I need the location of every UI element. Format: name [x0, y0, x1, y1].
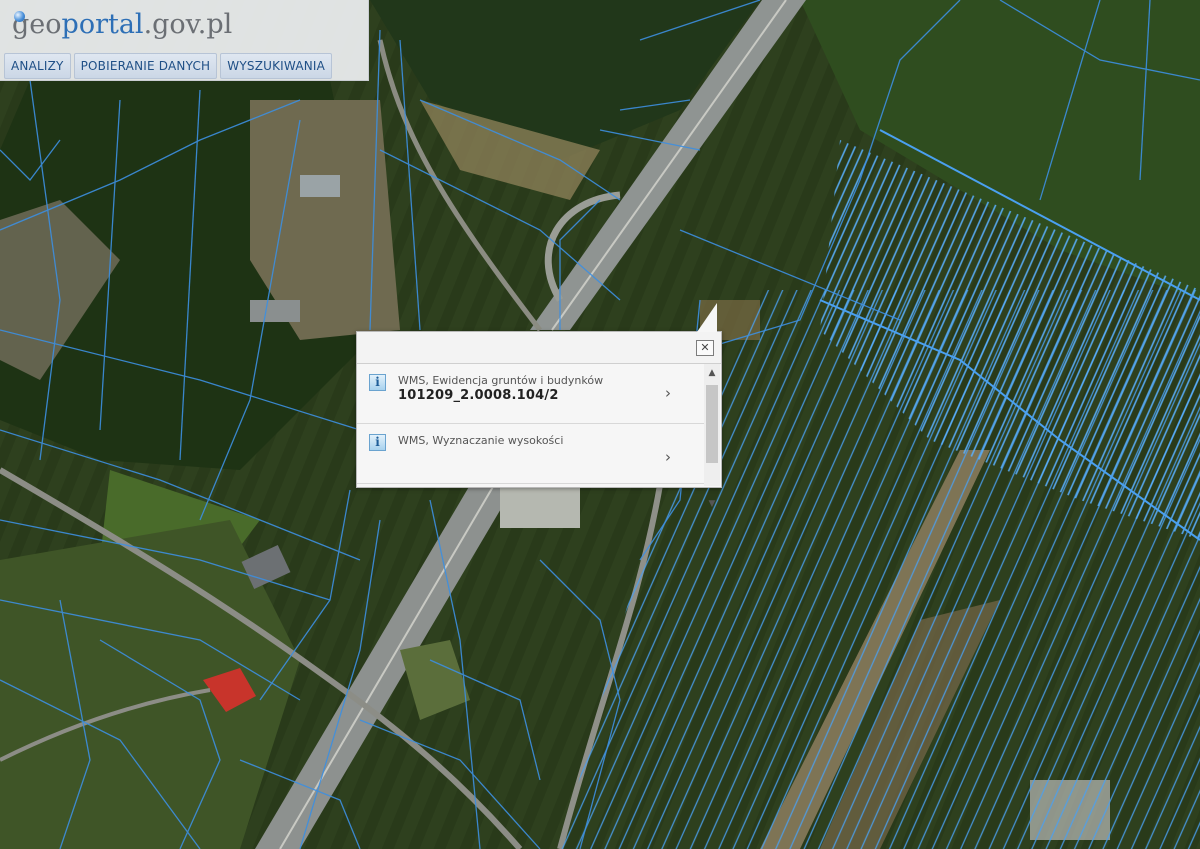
popup-pointer: [697, 303, 717, 332]
geoportal-logo[interactable]: geoportal.gov.pl: [12, 6, 232, 44]
header-panel: geoportal.gov.pl ANALIZY POBIERANIE DANY…: [0, 0, 369, 81]
result-title: WMS, Wyznaczanie wysokości: [398, 434, 564, 447]
nav-analizy-button[interactable]: ANALIZY: [4, 53, 71, 79]
feature-info-popup: ✕ i WMS, Ewidencja gruntów i budynków 10…: [356, 303, 722, 509]
chevron-right-icon[interactable]: ›: [665, 384, 671, 402]
scroll-up-icon[interactable]: ▲: [704, 366, 720, 380]
popup-titlebar: ✕: [357, 332, 721, 364]
result-title: WMS, Ewidencja gruntów i budynków: [398, 374, 604, 387]
nav-wyszukiwania-button[interactable]: WYSZUKIWANIA: [220, 53, 333, 79]
logo-text-domain: .gov.pl: [143, 9, 233, 40]
main-nav: ANALIZY POBIERANIE DANYCH WYSZUKIWANIA: [4, 53, 333, 79]
info-icon: i: [369, 434, 386, 451]
scroll-down-icon[interactable]: ▼: [704, 497, 720, 511]
logo-text-portal: portal: [61, 9, 144, 40]
popup-scrollbar[interactable]: ▲ ▼: [704, 364, 720, 509]
result-list: i WMS, Ewidencja gruntów i budynków 1012…: [357, 364, 704, 487]
globe-dot-icon: [14, 11, 25, 22]
close-icon[interactable]: ✕: [696, 340, 714, 356]
parcel-id: 101209_2.0008.104/2: [398, 388, 559, 403]
info-icon: i: [369, 374, 386, 391]
result-item-wysokosci[interactable]: i WMS, Wyznaczanie wysokości ›: [357, 424, 704, 484]
result-item-ewidencja[interactable]: i WMS, Ewidencja gruntów i budynków 1012…: [357, 364, 704, 424]
nav-pobieranie-danych-button[interactable]: POBIERANIE DANYCH: [73, 53, 218, 79]
scroll-thumb[interactable]: [706, 385, 718, 463]
chevron-right-icon[interactable]: ›: [665, 448, 671, 466]
